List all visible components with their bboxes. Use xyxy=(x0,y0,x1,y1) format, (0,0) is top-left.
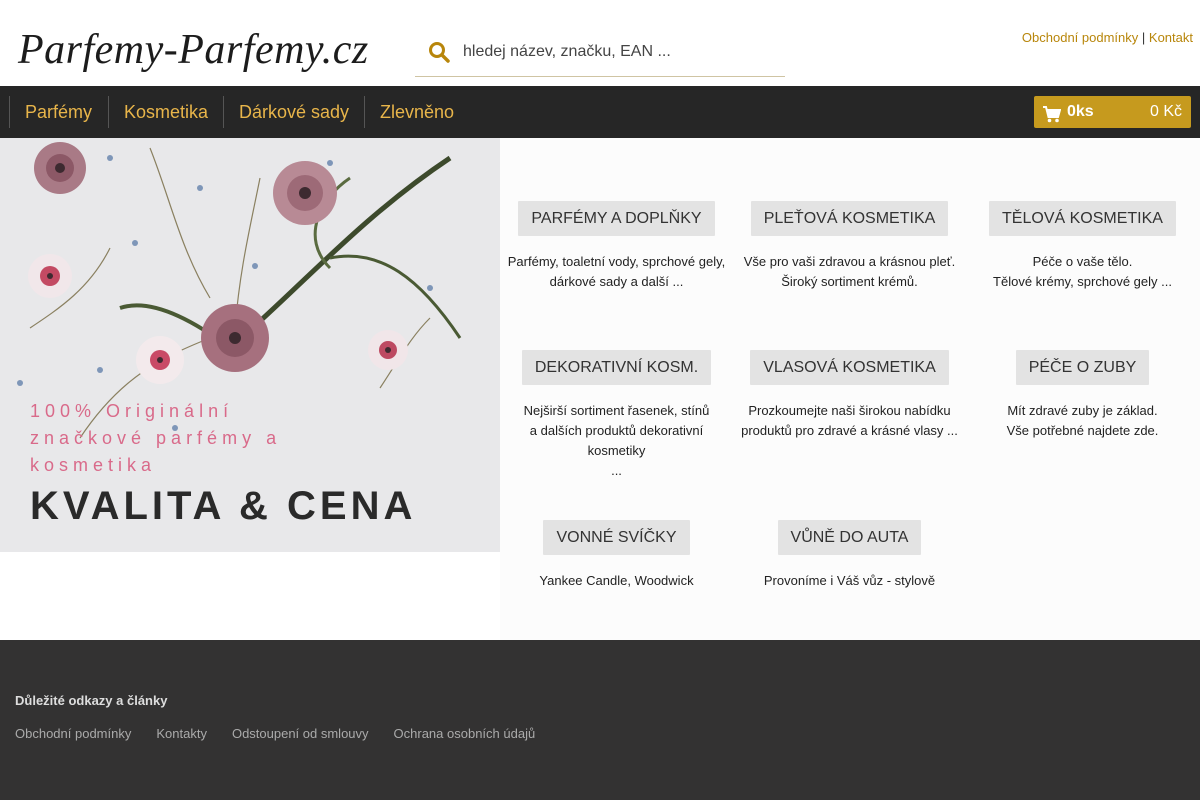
hero-tagline-line: 100% Originální xyxy=(30,401,234,421)
category-desc-line: Nejširší sortiment řasenek, stínů xyxy=(523,403,710,418)
category-desc-line: a dalších produktů dekorativní kosmetiky xyxy=(529,423,704,458)
category-button[interactable]: VLASOVÁ KOSMETIKA xyxy=(750,350,949,385)
search-input[interactable] xyxy=(463,42,773,61)
category-description: Prozkoumejte naši širokou nabídku produk… xyxy=(733,401,966,441)
category-description: Provoníme i Váš vůz - stylově xyxy=(733,571,966,591)
category-desc-line: Tělové krémy, sprchové gely ... xyxy=(993,274,1172,289)
footer-link-privacy[interactable]: Ochrana osobních údajů xyxy=(394,726,536,741)
category-button[interactable]: VONNÉ SVÍČKY xyxy=(543,520,690,555)
category-desc-line: Mít zdravé zuby je základ. xyxy=(1007,403,1158,418)
footer-heading: Důležité odkazy a články xyxy=(15,693,168,708)
category-button[interactable]: PÉČE O ZUBY xyxy=(1015,350,1150,385)
category-description: Vše pro vaši zdravou a krásnou pleť. Šir… xyxy=(733,252,966,292)
footer-link-terms[interactable]: Obchodní podmínky xyxy=(15,726,131,741)
category-button[interactable]: PLEŤOVÁ KOSMETIKA xyxy=(750,201,949,236)
category-description: Parfémy, toaletní vody, sprchové gely, d… xyxy=(500,252,733,292)
hero-tagline-line: značkové parfémy a xyxy=(30,428,282,448)
category-button[interactable]: DEKORATIVNÍ KOSM. xyxy=(521,350,712,385)
category-button[interactable]: PARFÉMY A DOPLŇKY xyxy=(518,201,715,236)
category-desc-line: Prozkoumejte naši širokou nabídku xyxy=(748,403,951,418)
nav-item-parfemy[interactable]: Parfémy xyxy=(9,96,107,128)
category-card-telova: TĚLOVÁ KOSMETIKA Péče o vaše tělo. Tělov… xyxy=(966,201,1199,292)
nav-item-kosmetika[interactable]: Kosmetika xyxy=(108,96,223,128)
category-card-auto: VŮNĚ DO AUTA Provoníme i Váš vůz - stylo… xyxy=(733,520,966,591)
terms-link[interactable]: Obchodní podmínky xyxy=(1022,30,1138,45)
hero-banner[interactable]: 100% Originální značkové parfémy a kosme… xyxy=(0,138,500,552)
cart-count: 0ks xyxy=(1067,103,1094,120)
category-desc-line: Široký sortiment krémů. xyxy=(781,274,918,289)
cart-button[interactable]: 0ks 0 Kč xyxy=(1034,96,1191,128)
category-desc-line: Vše pro vaši zdravou a krásnou pleť. xyxy=(743,254,956,269)
site-footer: Důležité odkazy a články Obchodní podmín… xyxy=(0,640,1200,800)
nav-item-darkove-sady[interactable]: Dárkové sady xyxy=(223,96,364,128)
category-card-dekorativni: DEKORATIVNÍ KOSM. Nejširší sortiment řas… xyxy=(500,350,733,481)
category-card-vlasova: VLASOVÁ KOSMETIKA Prozkoumejte naši širo… xyxy=(733,350,966,441)
category-card-parfemy: PARFÉMY A DOPLŇKY Parfémy, toaletní vody… xyxy=(500,201,733,292)
top-links: Obchodní podmínky | Kontakt xyxy=(1022,30,1193,45)
category-desc-line: produktů pro zdravé a krásné vlasy ... xyxy=(741,423,958,438)
hero-tagline-line: kosmetika xyxy=(30,455,157,475)
hero-title: KVALITA & CENA xyxy=(30,484,417,528)
category-card-pletova: PLEŤOVÁ KOSMETIKA Vše pro vaši zdravou a… xyxy=(733,201,966,292)
footer-links: Obchodní podmínky Kontakty Odstoupení od… xyxy=(15,726,535,741)
cart-icon xyxy=(1043,103,1062,135)
category-description: Péče o vaše tělo. Tělové krémy, sprchové… xyxy=(966,252,1199,292)
category-desc-line: Parfémy, toaletní vody, sprchové gely, xyxy=(507,254,726,269)
category-desc-line: Yankee Candle, Woodwick xyxy=(539,573,694,588)
link-separator: | xyxy=(1141,30,1146,45)
site-logo[interactable]: Parfemy-Parfemy.cz xyxy=(18,20,369,80)
category-desc-line: Vše potřebné najdete zde. xyxy=(1006,423,1159,438)
category-desc-line: Péče o vaše tělo. xyxy=(1032,254,1133,269)
category-card-svicky: VONNÉ SVÍČKY Yankee Candle, Woodwick xyxy=(500,520,733,591)
site-header: Parfemy-Parfemy.cz Obchodní podmínky | K… xyxy=(0,0,1200,86)
search-icon[interactable] xyxy=(415,27,463,77)
category-desc-line: dárkové sady a další ... xyxy=(549,274,684,289)
search-box xyxy=(415,27,785,77)
cart-price: 0 Kč xyxy=(1149,103,1182,120)
category-card-zuby: PÉČE O ZUBY Mít zdravé zuby je základ. V… xyxy=(966,350,1199,441)
footer-link-withdrawal[interactable]: Odstoupení od smlouvy xyxy=(232,726,369,741)
category-description: Yankee Candle, Woodwick xyxy=(500,571,733,591)
category-description: Mít zdravé zuby je základ. Vše potřebné … xyxy=(966,401,1199,441)
main-nav: Parfémy Kosmetika Dárkové sady Zlevněno … xyxy=(0,86,1200,138)
category-desc-line: Provoníme i Váš vůz - stylově xyxy=(763,573,936,588)
hero-tagline: 100% Originální značkové parfémy a kosme… xyxy=(30,398,281,479)
category-button[interactable]: VŮNĚ DO AUTA xyxy=(777,520,922,555)
nav-item-zlevneno[interactable]: Zlevněno xyxy=(364,96,474,128)
contact-link[interactable]: Kontakt xyxy=(1149,30,1193,45)
footer-link-contacts[interactable]: Kontakty xyxy=(156,726,207,741)
category-button[interactable]: TĚLOVÁ KOSMETIKA xyxy=(989,201,1176,236)
category-description: Nejširší sortiment řasenek, stínů a dalš… xyxy=(500,401,733,481)
category-desc-line: ... xyxy=(611,463,622,478)
